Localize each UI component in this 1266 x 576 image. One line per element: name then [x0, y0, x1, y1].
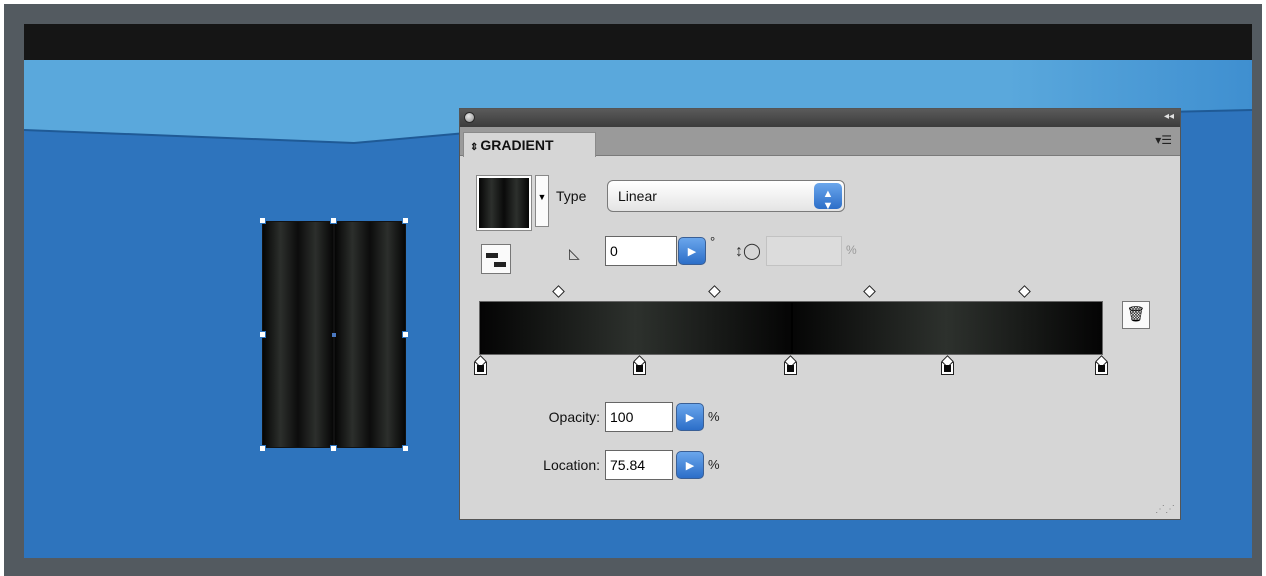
- close-icon[interactable]: [464, 112, 475, 123]
- midpoint-diamond[interactable]: [552, 285, 565, 298]
- midpoint-diamond[interactable]: [863, 285, 876, 298]
- midpoint-diamond[interactable]: [1018, 285, 1031, 298]
- selection-handle[interactable]: [259, 445, 266, 452]
- panel-title-bar[interactable]: ◂◂: [460, 109, 1180, 127]
- type-select[interactable]: Linear ▲ ▼: [607, 180, 845, 212]
- selection-handle[interactable]: [330, 445, 337, 452]
- color-stop-swatch: [787, 365, 794, 372]
- color-stop-swatch: [477, 365, 484, 372]
- tab-gradient-label: GRADIENT: [480, 137, 554, 153]
- selected-rectangle-right[interactable]: [334, 221, 406, 448]
- tab-gradient[interactable]: ⇕ GRADIENT: [463, 132, 596, 157]
- aspect-ratio-unit: %: [846, 243, 857, 257]
- type-label: Type: [556, 188, 587, 204]
- location-unit: %: [708, 457, 720, 472]
- selection-handle[interactable]: [402, 331, 409, 338]
- location-stepper[interactable]: ▶: [676, 451, 704, 479]
- gradient-slider-split: [791, 303, 793, 353]
- reverse-gradient-icon: [486, 253, 498, 258]
- color-stop[interactable]: [633, 355, 646, 375]
- selection-handle[interactable]: [259, 331, 266, 338]
- opacity-field[interactable]: 100: [605, 402, 673, 432]
- reverse-gradient-icon-bar: [494, 262, 506, 267]
- type-select-value: Linear: [618, 188, 657, 204]
- trash-icon[interactable]: 🗑: [1122, 301, 1150, 329]
- artwork-top-band: [24, 24, 1252, 60]
- select-arrows-icon: ▲ ▼: [814, 183, 842, 212]
- color-stop-swatch: [944, 365, 951, 372]
- chevron-down-icon: ▼: [537, 192, 547, 202]
- selection-handle[interactable]: [402, 217, 409, 224]
- selection-handle[interactable]: [330, 217, 337, 224]
- panel-menu-icon[interactable]: ▾☰: [1155, 133, 1172, 147]
- opacity-unit: %: [708, 409, 720, 424]
- color-stop[interactable]: [941, 355, 954, 375]
- gradient-swatch-preview: [479, 178, 529, 228]
- opacity-label: Opacity:: [548, 409, 600, 425]
- location-label: Location:: [543, 457, 600, 473]
- selection-center-point: [332, 333, 336, 337]
- angle-unit: °: [710, 234, 716, 249]
- opacity-value: 100: [610, 409, 634, 425]
- resize-grip-icon[interactable]: ⋰⋰: [1155, 504, 1175, 515]
- tab-arrows-icon: ⇕: [470, 142, 479, 153]
- angle-icon: ◺: [569, 245, 580, 261]
- location-value: 75.84: [610, 457, 646, 473]
- panel-tab-strip: ⇕ GRADIENT ▾☰: [460, 127, 1180, 157]
- location-field[interactable]: 75.84: [605, 450, 673, 480]
- swatch-dropdown-button[interactable]: ▼: [535, 175, 549, 227]
- color-stop-selected[interactable]: [784, 355, 797, 375]
- angle-stepper[interactable]: ▶: [678, 237, 706, 265]
- midpoint-markers: [460, 285, 1180, 299]
- collapse-icon[interactable]: ◂◂: [1164, 111, 1174, 122]
- selection-handle[interactable]: [259, 217, 266, 224]
- angle-field[interactable]: 0: [605, 236, 677, 266]
- color-stop[interactable]: [1095, 355, 1108, 375]
- gradient-swatch[interactable]: [476, 175, 532, 231]
- opacity-stepper[interactable]: ▶: [676, 403, 704, 431]
- aspect-ratio-field[interactable]: [766, 236, 842, 266]
- angle-value: 0: [610, 243, 618, 259]
- midpoint-diamond[interactable]: [708, 285, 721, 298]
- color-stop-swatch: [1098, 365, 1105, 372]
- selected-rectangle-left[interactable]: [262, 221, 334, 448]
- gradient-panel: ◂◂ ⇕ GRADIENT ▾☰ ▼ Type Linear ▲ ▼ ◺ 0 ▶ °…: [459, 108, 1181, 520]
- color-stop[interactable]: [474, 355, 487, 375]
- selection-handle[interactable]: [402, 445, 409, 452]
- color-stop-swatch: [636, 365, 643, 372]
- aspect-ratio-icon: ↕◯: [735, 243, 761, 260]
- reverse-gradient-button[interactable]: [481, 244, 511, 274]
